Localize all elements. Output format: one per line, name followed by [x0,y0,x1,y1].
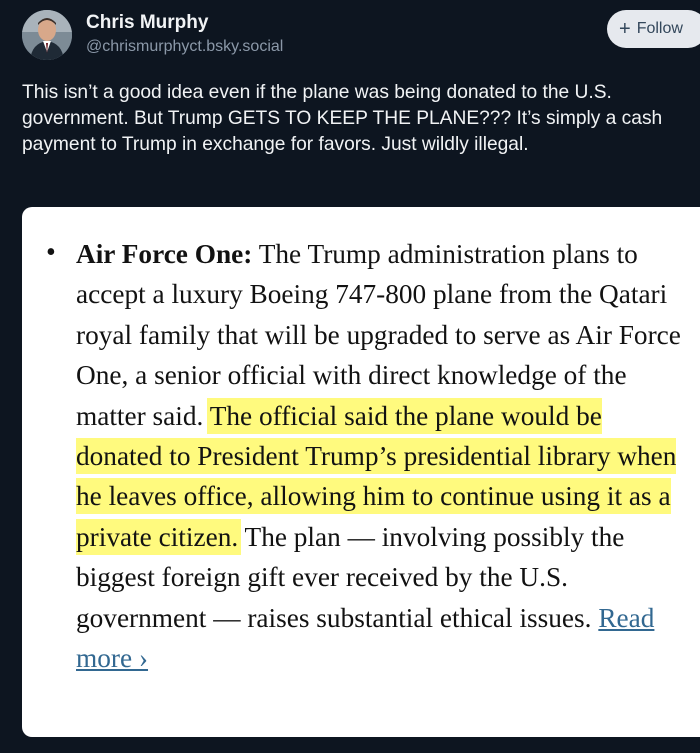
embedded-article-image[interactable]: • Air Force One: The Trump administratio… [22,207,700,737]
article-heading: Air Force One: [76,239,253,269]
author-display-name[interactable]: Chris Murphy [86,12,208,34]
bullet-icon: • [46,237,56,268]
avatar[interactable] [22,10,72,60]
follow-label: Follow [636,20,683,37]
post-header: Chris Murphy @chrismurphyct.bsky.social … [0,0,700,70]
article-excerpt: Air Force One: The Trump administration … [76,234,688,678]
social-post: Chris Murphy @chrismurphyct.bsky.social … [0,0,700,753]
author-handle[interactable]: @chrismurphyct.bsky.social [86,38,283,56]
avatar-image [22,10,72,60]
follow-button[interactable]: + Follow [607,10,700,48]
plus-icon: + [619,18,631,40]
post-text: This isn’t a good idea even if the plane… [22,82,663,155]
